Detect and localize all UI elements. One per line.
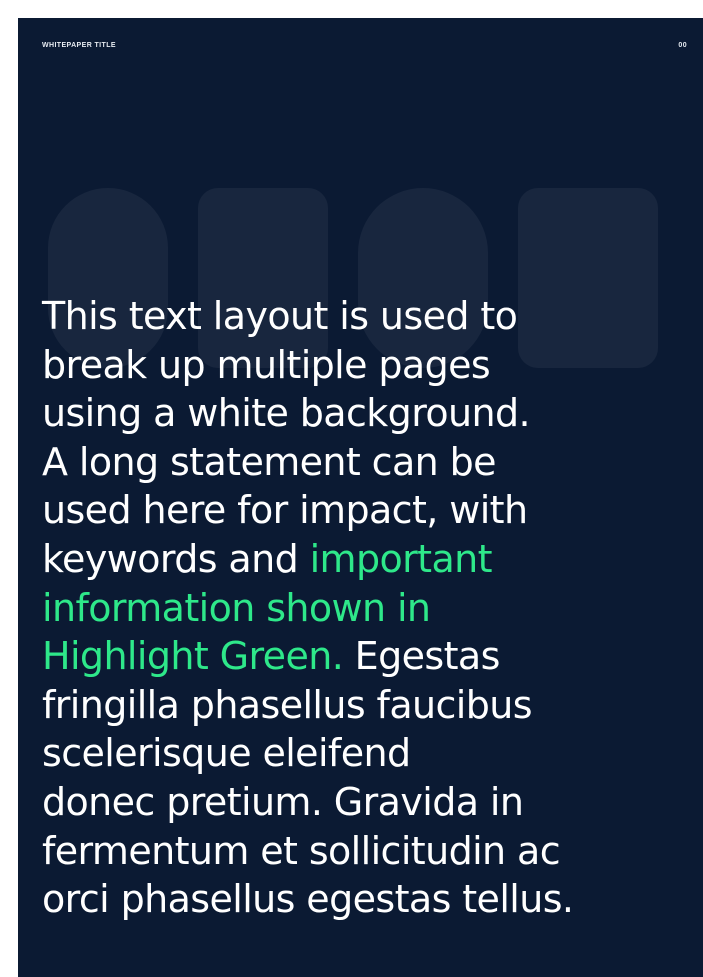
page-header: WHITEPAPER TITLE 00 (42, 42, 687, 49)
statement-text: Egestas (343, 634, 501, 679)
highlight-text: important (309, 536, 493, 581)
statement-line: fermentum et sollicitudin ac (42, 828, 561, 873)
statement-line: used here for impact, with (42, 488, 528, 533)
document-title: WHITEPAPER TITLE (42, 42, 116, 49)
statement-line: break up multiple pages (42, 342, 491, 387)
statement-line: Highlight Green. Egestas (42, 632, 692, 681)
statement-line: orci phasellus egestas tellus. (42, 877, 574, 922)
whitepaper-page: WHITEPAPER TITLE 00 This text layout is … (18, 18, 703, 977)
page-number: 00 (678, 42, 687, 49)
statement-line: using a white background. (42, 391, 531, 436)
statement-line: This text layout is used to (42, 294, 518, 338)
statement-line: fringilla phasellus faucibus (42, 682, 533, 727)
highlight-text: Highlight Green. (42, 634, 344, 679)
statement-line: A long statement can be (42, 439, 497, 484)
statement-line: scelerisque eleifend (42, 731, 411, 776)
impact-statement: This text layout is used to break up mul… (42, 292, 692, 924)
statement-line: keywords and important (42, 535, 692, 584)
statement-text: keywords and (42, 536, 310, 581)
statement-line: donec pretium. Gravida in (42, 779, 524, 824)
highlight-line: information shown in (42, 585, 431, 630)
